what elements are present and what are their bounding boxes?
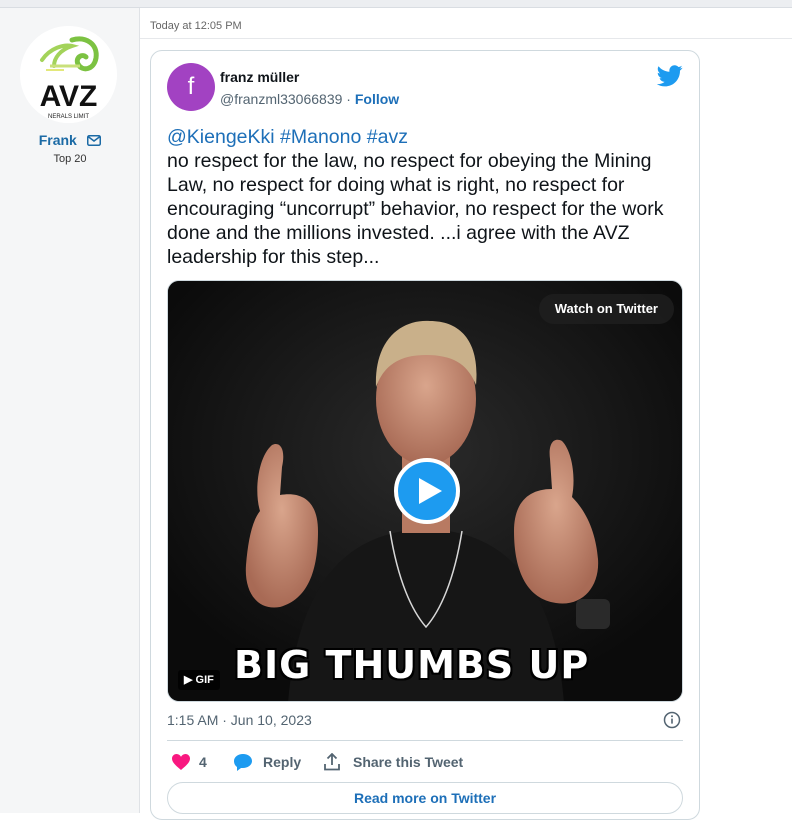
- avz-logo: AVZ NERALS LIMIT: [20, 26, 117, 123]
- username-link[interactable]: Frank: [39, 132, 77, 148]
- gif-badge-label: GIF: [195, 674, 214, 686]
- mail-icon[interactable]: [87, 135, 102, 146]
- twitter-bird-icon[interactable]: [657, 65, 683, 87]
- heart-icon: [172, 754, 190, 770]
- follow-button[interactable]: Follow: [355, 91, 399, 107]
- info-icon[interactable]: [663, 711, 681, 729]
- reply-icon: [234, 754, 252, 771]
- tweet-date[interactable]: 1:15 AM · Jun 10, 2023: [167, 712, 312, 728]
- share-icon: [324, 753, 340, 771]
- tweet-author-name[interactable]: franz müller: [220, 69, 299, 85]
- post-timestamp: Today at 12:05 PM: [150, 20, 242, 32]
- tweet-gif-media[interactable]: Watch on Twitter ▶ GIF BIG THUMBS UP: [167, 280, 683, 702]
- reply-label: Reply: [263, 754, 302, 770]
- user-rank: Top 20: [53, 153, 87, 165]
- tweet-text: @KiengeKki #Manono #avz no respect for t…: [167, 125, 687, 269]
- handle-separator: ·: [342, 91, 355, 107]
- tweet-separator: [167, 740, 683, 741]
- gif-caption: BIG THUMBS UP: [234, 643, 590, 687]
- tweet-handle-row: @franzml33066839 · Follow: [220, 91, 399, 107]
- tweet-body: no respect for the law, no respect for o…: [167, 150, 664, 268]
- like-count: 4: [199, 754, 207, 770]
- tweet-author-handle[interactable]: @franzml33066839: [220, 91, 342, 107]
- watch-on-twitter-button[interactable]: Watch on Twitter: [538, 294, 674, 324]
- svg-text:NERALS LIMIT: NERALS LIMIT: [48, 114, 89, 120]
- user-sidebar: AVZ NERALS LIMIT Frank Top 20: [0, 8, 140, 813]
- tweet-author-avatar[interactable]: f: [167, 63, 215, 111]
- username-row: Frank: [0, 132, 140, 150]
- post-divider: [140, 38, 792, 39]
- tweet-mentions-hashtags[interactable]: @KiengeKki #Manono #avz: [167, 125, 687, 149]
- top-bar: [0, 0, 792, 8]
- play-icon: [419, 478, 442, 504]
- read-more-button[interactable]: Read more on Twitter: [167, 782, 683, 814]
- play-button[interactable]: [394, 458, 460, 524]
- user-avatar[interactable]: AVZ NERALS LIMIT: [20, 26, 117, 123]
- share-label: Share this Tweet: [353, 754, 464, 770]
- svg-text:AVZ: AVZ: [40, 80, 98, 113]
- play-small-icon: ▶: [184, 674, 196, 686]
- embedded-tweet[interactable]: f franz müller @franzml33066839 · Follow…: [150, 50, 700, 820]
- gif-badge: ▶ GIF: [178, 670, 220, 690]
